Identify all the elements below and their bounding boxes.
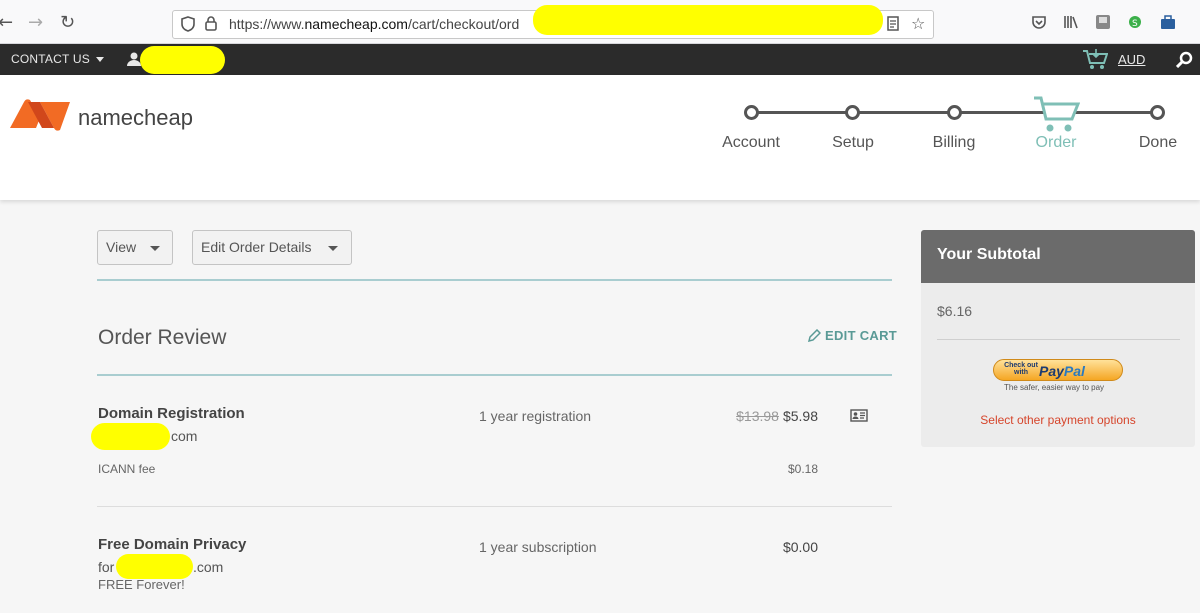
step-dot-account — [744, 105, 759, 120]
item-title: Free Domain Privacy — [98, 536, 247, 553]
site-topbar: CONTACT US AUD — [0, 44, 1200, 75]
icann-fee-label: ICANN fee — [98, 462, 156, 476]
green-extension-icon[interactable]: S — [1127, 14, 1143, 30]
step-done: Done — [1138, 134, 1178, 151]
pocket-icon[interactable] — [1031, 14, 1047, 30]
contact-us-menu[interactable]: CONTACT US — [11, 52, 104, 66]
edit-cart-link[interactable]: EDIT CART — [807, 328, 897, 343]
paypal-small-text: Check out with — [1004, 362, 1038, 376]
divider — [937, 339, 1180, 340]
namecheap-logo[interactable] — [10, 98, 70, 132]
step-setup: Setup — [832, 134, 874, 151]
forward-icon[interactable]: → — [28, 12, 43, 33]
view-dropdown[interactable]: View — [97, 230, 173, 265]
bookmark-star-icon[interactable]: ☆ — [911, 14, 925, 33]
redaction-mark — [116, 554, 193, 579]
domain-suffix: com — [171, 428, 198, 444]
brand-name: namecheap — [78, 105, 193, 130]
redaction-mark — [140, 46, 225, 74]
icann-fee-price: $0.18 — [787, 462, 818, 476]
user-icon[interactable] — [127, 52, 141, 66]
divider — [97, 506, 892, 507]
item-price: $13.98 $5.98 — [736, 408, 818, 424]
shield-icon[interactable] — [181, 16, 195, 36]
chevron-down-icon — [95, 57, 104, 63]
order-cart-icon — [1034, 96, 1080, 132]
subtotal-heading: Your Subtotal — [921, 230, 1195, 283]
chevron-down-icon — [328, 246, 338, 251]
toolbox-icon[interactable] — [1160, 14, 1176, 30]
url-text[interactable]: https://www.namecheap.com/cart/checkout/… — [229, 16, 519, 32]
step-billing: Billing — [932, 134, 976, 151]
browser-toolbar: ← → ↻ https://www.namecheap.com/cart/che… — [0, 0, 1200, 44]
library-icon[interactable] — [1063, 14, 1079, 30]
redaction-mark — [533, 5, 883, 35]
lock-icon[interactable] — [205, 16, 217, 35]
svg-text:S: S — [1132, 19, 1138, 29]
step-dot-done — [1150, 105, 1165, 120]
free-forever-note: FREE Forever! — [98, 577, 185, 592]
reader-view-icon[interactable] — [887, 16, 899, 35]
paypal-checkout-button[interactable]: Check out with PayPal — [993, 359, 1123, 381]
back-icon[interactable]: ← — [0, 12, 13, 33]
paypal-logo: PayPal — [1039, 363, 1085, 379]
item-price: $0.00 — [782, 539, 818, 555]
domain-prefix: for — [98, 559, 115, 575]
extension-icon[interactable] — [1095, 14, 1111, 30]
item-term: 1 year registration — [479, 408, 592, 424]
item-term: 1 year subscription — [479, 539, 597, 555]
step-order: Order — [1035, 134, 1077, 151]
paypal-tagline: The safer, easier way to pay — [1004, 383, 1105, 392]
address-bar[interactable]: https://www.namecheap.com/cart/checkout/… — [172, 5, 934, 39]
pencil-icon — [807, 328, 822, 343]
subtotal-amount: $6.16 — [937, 303, 973, 319]
item-title: Domain Registration — [98, 405, 245, 422]
step-account: Account — [722, 134, 780, 151]
domain-suffix: .com — [193, 559, 224, 575]
divider — [97, 279, 892, 281]
edit-order-details-dropdown[interactable]: Edit Order Details — [192, 230, 352, 265]
order-review-title: Order Review — [98, 326, 227, 349]
chevron-down-icon — [150, 246, 160, 251]
cart-icon[interactable] — [1082, 48, 1108, 70]
search-icon[interactable] — [1176, 51, 1193, 68]
site-header: namecheap Account Setup Billing Order Do… — [0, 75, 1200, 200]
step-dot-billing — [947, 105, 962, 120]
reload-icon[interactable]: ↻ — [60, 12, 75, 33]
currency-selector[interactable]: AUD — [1118, 52, 1145, 67]
other-payment-options-link[interactable]: Select other payment options — [921, 413, 1195, 427]
contact-card-icon[interactable] — [850, 409, 868, 422]
divider — [97, 374, 892, 376]
subtotal-panel: Your Subtotal $6.16 Check out with PayPa… — [921, 230, 1195, 447]
step-dot-setup — [845, 105, 860, 120]
redaction-mark — [91, 423, 170, 450]
original-price: $13.98 — [736, 408, 779, 424]
